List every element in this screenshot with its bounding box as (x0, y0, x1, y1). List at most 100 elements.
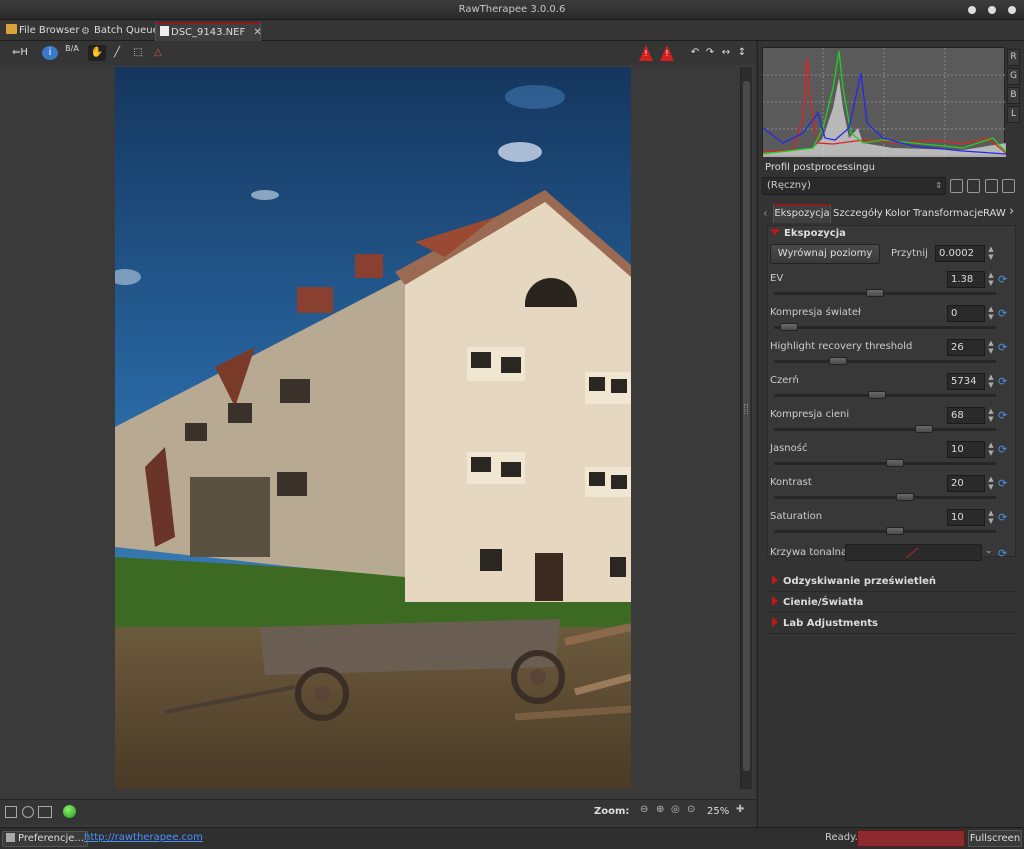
before-after-button[interactable]: B/A (63, 45, 81, 61)
spin-arrows-icon[interactable]: ▲ ▼ (986, 339, 996, 356)
preferences-button[interactable]: Preferencje... (2, 831, 88, 847)
minimize-button[interactable] (968, 6, 976, 14)
reset-icon[interactable]: ⟳ (998, 444, 1010, 456)
spin-arrows-icon[interactable]: ▲ ▼ (986, 271, 996, 288)
scrollbar-thumb[interactable] (743, 81, 750, 771)
exposure-header[interactable]: Ekspozycja (767, 228, 846, 239)
slider-value-input[interactable]: 10 (947, 441, 985, 458)
profile-save-icon[interactable] (967, 179, 980, 193)
fullscreen-button[interactable]: Fullscreen (968, 830, 1022, 847)
reset-icon[interactable]: ⟳ (998, 342, 1010, 354)
tab-editor[interactable]: DSC_9143.NEF ✕ (155, 22, 262, 41)
histogram-blue-toggle[interactable]: B (1007, 87, 1020, 104)
reset-icon[interactable]: ⟳ (998, 308, 1010, 320)
maximize-button[interactable] (988, 6, 996, 14)
clipped-highlights-warning-icon[interactable]: ! (639, 45, 653, 61)
slider-thumb[interactable] (780, 323, 798, 331)
slider-thumb[interactable] (866, 289, 884, 297)
spin-arrows-icon[interactable]: ▲ ▼ (986, 373, 996, 390)
tabs-scroll-left-icon[interactable]: ‹ (763, 206, 768, 220)
tab-transform[interactable]: Transformacje (913, 204, 983, 223)
zoom-in-icon[interactable]: ⊕ (656, 804, 664, 815)
hand-tool-icon[interactable]: ✋ (88, 45, 106, 61)
tone-curve-reset-icon[interactable]: ⟳ (998, 548, 1010, 560)
slider-track[interactable] (774, 493, 996, 501)
profile-load-icon[interactable] (950, 179, 963, 193)
slider-track[interactable] (774, 323, 996, 331)
tab-batch-queue[interactable]: ⚙ Batch Queue (77, 22, 163, 41)
profile-copy-icon[interactable] (985, 179, 998, 193)
profile-select[interactable]: (Ręczny) ⇕ (762, 177, 946, 195)
section-highlight-recovery[interactable]: Odzyskiwanie prześwietleń (767, 572, 1016, 592)
spin-arrows-icon[interactable]: ▲ ▼ (986, 407, 996, 424)
image-preview[interactable] (115, 67, 631, 789)
slider-thumb[interactable] (915, 425, 933, 433)
flip-vertical-icon[interactable]: ↕ (736, 45, 748, 61)
info-icon[interactable]: i (42, 46, 58, 60)
curve-dropdown-icon[interactable]: ⌄ (985, 546, 993, 556)
preview-vertical-scrollbar[interactable] (740, 67, 752, 789)
reset-icon[interactable]: ⟳ (998, 512, 1010, 524)
left-panel-toggle-icon[interactable] (5, 806, 17, 818)
slider-thumb[interactable] (886, 527, 904, 535)
slider-value-input[interactable]: 26 (947, 339, 985, 356)
slider-track[interactable] (774, 391, 996, 399)
histogram-green-toggle[interactable]: G (1007, 68, 1020, 85)
history-toggle-button[interactable]: ⇐H (8, 45, 32, 61)
rotate-right-icon[interactable]: ↷ (704, 45, 716, 61)
spin-arrows-icon[interactable]: ▲ ▼ (986, 305, 996, 322)
section-lab-adjustments[interactable]: Lab Adjustments (767, 614, 1016, 634)
zoom-fit-icon[interactable]: ⊙ (687, 804, 695, 815)
white-balance-picker-icon[interactable]: ╱ (109, 45, 125, 61)
clipped-shadows-warning-icon[interactable]: ! (660, 45, 674, 61)
website-link[interactable]: http://rawtherapee.com (84, 832, 203, 843)
slider-track[interactable] (774, 289, 996, 297)
tabs-scroll-right-icon[interactable]: › (1009, 204, 1014, 219)
tab-exposure[interactable]: Ekspozycja (773, 204, 831, 223)
histogram-luma-toggle[interactable]: L (1007, 106, 1020, 123)
spin-arrows-icon[interactable]: ▲ ▼ (986, 509, 996, 526)
slider-track[interactable] (774, 527, 996, 535)
slider-value-input[interactable]: 10 (947, 509, 985, 526)
reset-icon[interactable]: ⟳ (998, 376, 1010, 388)
profile-paste-icon[interactable] (1002, 179, 1015, 193)
clip-spin-arrows[interactable]: ▲ ▼ (986, 245, 996, 262)
slider-track[interactable] (774, 459, 996, 467)
straighten-tool-icon[interactable]: △ (150, 45, 166, 61)
clip-input[interactable]: 0.0002 (935, 245, 985, 262)
tab-details[interactable]: Szczegóły (833, 204, 883, 223)
auto-levels-button[interactable]: Wyrównaj poziomy (770, 244, 880, 264)
spin-arrows-icon[interactable]: ▲ ▼ (986, 475, 996, 492)
slider-track[interactable] (774, 425, 996, 433)
reset-icon[interactable]: ⟳ (998, 274, 1010, 286)
reset-icon[interactable]: ⟳ (998, 478, 1010, 490)
slider-value-input[interactable]: 5734 (947, 373, 985, 390)
flip-horizontal-icon[interactable]: ↔ (720, 45, 732, 61)
section-shadows-highlights[interactable]: Cienie/Światła (767, 593, 1016, 613)
spin-arrows-icon[interactable]: ▲ ▼ (986, 441, 996, 458)
slider-thumb[interactable] (896, 493, 914, 501)
slider-value-input[interactable]: 20 (947, 475, 985, 492)
slider-value-input[interactable]: 68 (947, 407, 985, 424)
rotate-left-icon[interactable]: ↶ (689, 45, 701, 61)
slider-track[interactable] (774, 357, 996, 365)
slider-value-input[interactable]: 1.38 (947, 271, 985, 288)
histogram-red-toggle[interactable]: R (1007, 49, 1020, 66)
slider-thumb[interactable] (829, 357, 847, 365)
tone-curve-select[interactable] (845, 544, 982, 561)
settings-icon[interactable] (22, 806, 34, 818)
close-tab-icon[interactable]: ✕ (253, 27, 261, 38)
slider-thumb[interactable] (886, 459, 904, 467)
pane-resize-handle[interactable] (744, 404, 748, 414)
reset-icon[interactable]: ⟳ (998, 410, 1010, 422)
new-detail-window-icon[interactable]: ✚ (736, 804, 744, 815)
tab-color[interactable]: Kolor (885, 204, 910, 223)
crop-tool-icon[interactable]: ⬚ (130, 45, 146, 61)
tab-file-browser[interactable]: File Browser (2, 22, 83, 41)
filmstrip-toggle-icon[interactable] (38, 806, 52, 818)
zoom-out-icon[interactable]: ⊖ (640, 804, 648, 815)
slider-thumb[interactable] (868, 391, 886, 399)
zoom-100-icon[interactable]: ◎ (671, 804, 680, 815)
close-window-button[interactable] (1008, 6, 1016, 14)
tab-raw[interactable]: RAW (983, 204, 1006, 223)
